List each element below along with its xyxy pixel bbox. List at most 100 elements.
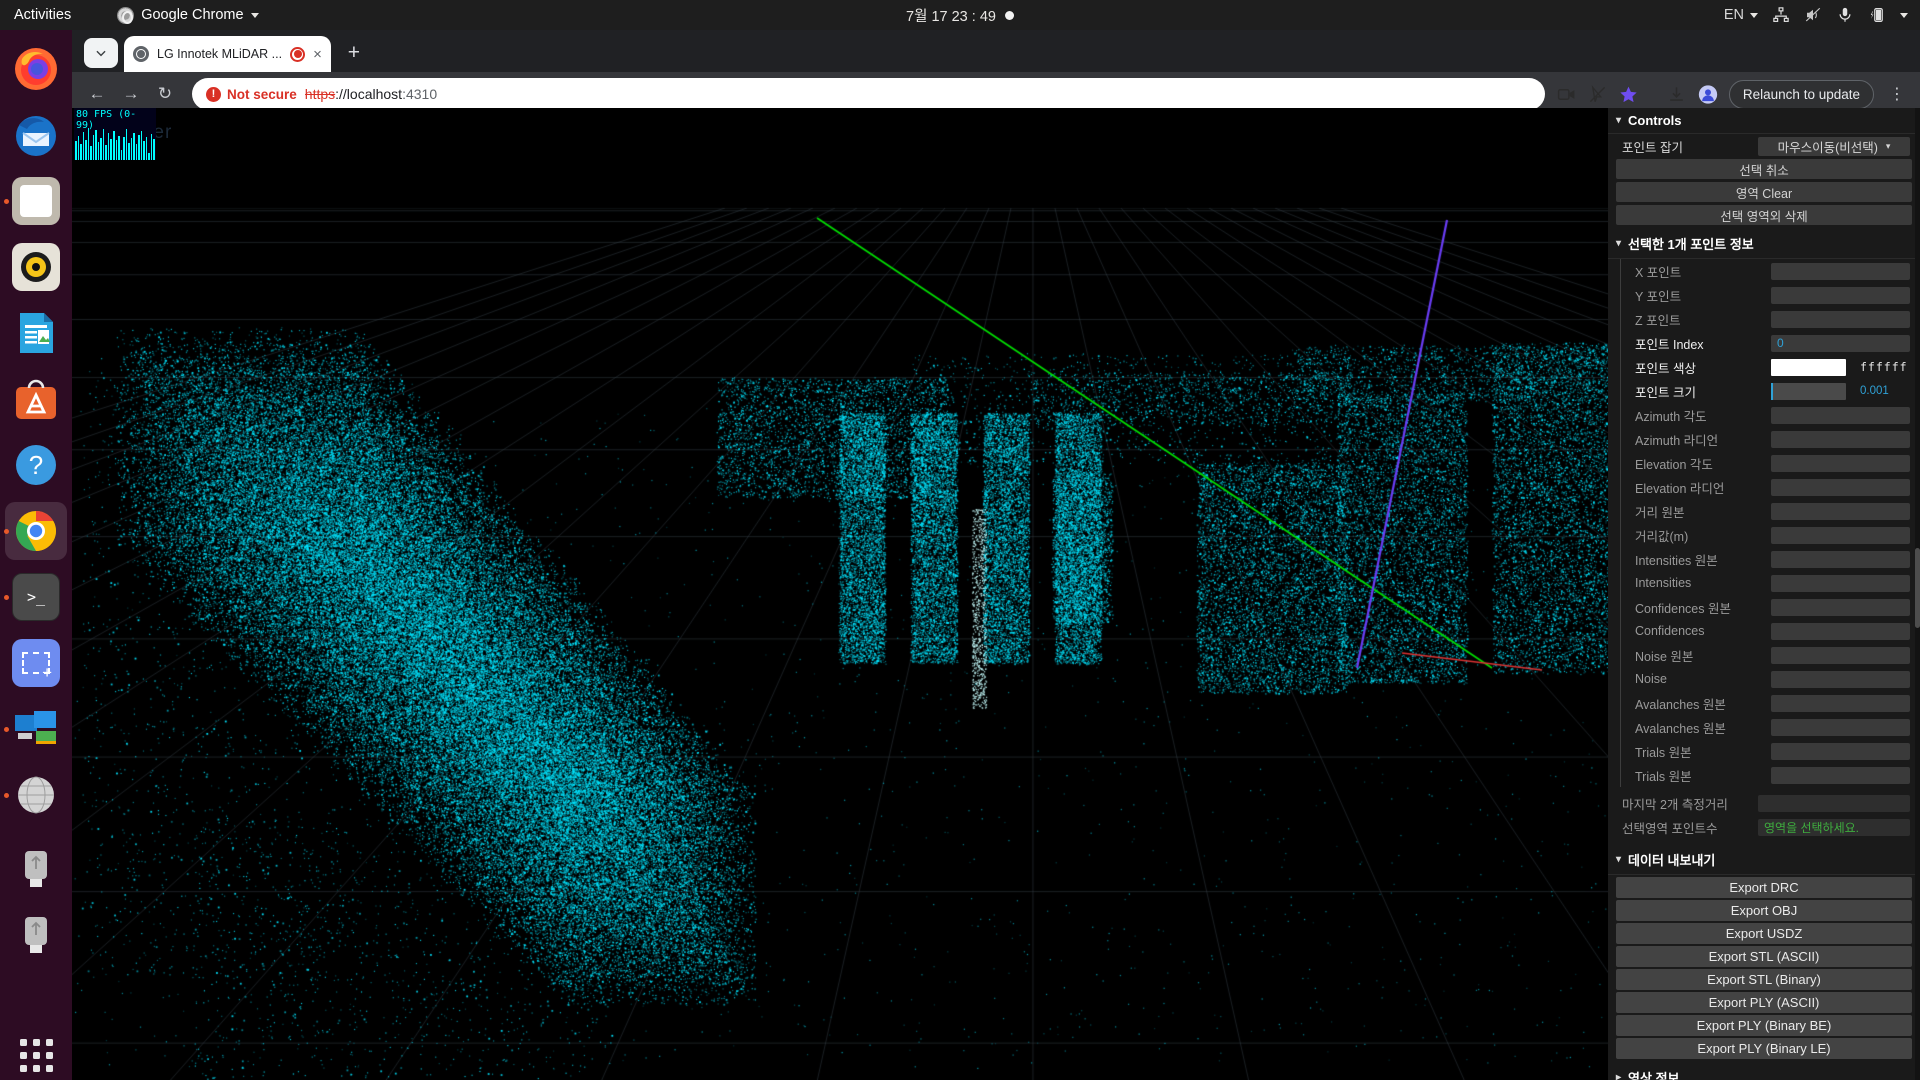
- point-info-field[interactable]: [1771, 287, 1910, 304]
- dock-item-ubuntu-software[interactable]: [0, 366, 72, 432]
- selected-count-field[interactable]: 영역을 선택하세요.: [1758, 819, 1910, 836]
- dock-item-screenshot[interactable]: +: [0, 630, 72, 696]
- point-info-field[interactable]: [1771, 479, 1910, 496]
- chevron-down-icon: ▾: [1616, 238, 1621, 249]
- terminal-icon: >_: [12, 573, 60, 621]
- point-info-field[interactable]: [1771, 647, 1910, 664]
- new-tab-button[interactable]: +: [339, 38, 369, 68]
- bookmark-star-icon[interactable]: [1619, 84, 1639, 104]
- point-color-hex[interactable]: ffffff: [1854, 360, 1910, 374]
- point-info-row: 거리 원본: [1621, 499, 1920, 523]
- export-button[interactable]: Export PLY (Binary BE): [1616, 1015, 1912, 1036]
- dock-item-firefox[interactable]: [0, 36, 72, 102]
- point-info-row: Avalanches 원본: [1621, 691, 1920, 715]
- selected-count-row: 선택영역 포인트수 영역을 선택하세요.: [1608, 815, 1920, 839]
- section-controls-header[interactable]: ▾ Controls: [1608, 108, 1920, 134]
- system-tray[interactable]: EN: [1724, 6, 1908, 24]
- export-button[interactable]: Export STL (Binary): [1616, 969, 1912, 990]
- dock-item-displays[interactable]: [0, 696, 72, 762]
- dock-item-files[interactable]: [0, 168, 72, 234]
- keyboard-layout-indicator[interactable]: EN: [1724, 7, 1758, 23]
- activities-button[interactable]: Activities: [0, 7, 85, 23]
- dock-item-terminal[interactable]: >_: [0, 564, 72, 630]
- point-info-label: Elevation 각도: [1635, 454, 1763, 473]
- point-info-field[interactable]: [1771, 455, 1910, 472]
- section-export-header[interactable]: ▾ 데이터 내보내기: [1608, 845, 1920, 875]
- url-host: ://localhost: [335, 86, 402, 102]
- point-info-field[interactable]: [1771, 551, 1910, 568]
- clear-region-button[interactable]: 영역 Clear: [1616, 182, 1912, 202]
- point-info-field[interactable]: [1771, 767, 1910, 784]
- cursor-off-icon[interactable]: [1588, 84, 1608, 104]
- export-button[interactable]: Export OBJ: [1616, 900, 1912, 921]
- dock-item-rhythmbox[interactable]: [0, 234, 72, 300]
- point-info-field[interactable]: [1771, 503, 1910, 520]
- export-button[interactable]: Export STL (ASCII): [1616, 946, 1912, 967]
- point-info-field[interactable]: [1771, 695, 1910, 712]
- fps-stats-panel[interactable]: 80 FPS (0-99): [74, 108, 156, 160]
- running-indicator: [4, 793, 9, 798]
- point-grab-row: 포인트 잡기 마우스이동(비선택) ▾: [1608, 136, 1920, 156]
- app-menu[interactable]: Google Chrome: [117, 7, 258, 24]
- security-status-badge[interactable]: ! Not secure: [206, 87, 297, 102]
- point-info-label: 포인트 Index: [1635, 334, 1763, 353]
- point-info-field[interactable]: 0: [1771, 335, 1910, 352]
- point-size-value[interactable]: 0.001: [1854, 385, 1910, 397]
- point-info-field[interactable]: [1771, 623, 1910, 640]
- panel-scrollbar[interactable]: [1915, 108, 1920, 1080]
- point-info-field[interactable]: [1771, 407, 1910, 424]
- export-button[interactable]: Export DRC: [1616, 877, 1912, 898]
- download-icon[interactable]: [1667, 84, 1687, 104]
- tab-recording-icon[interactable]: [290, 47, 305, 62]
- point-color-swatch[interactable]: [1771, 359, 1846, 376]
- dock-item-help[interactable]: ?: [0, 432, 72, 498]
- relaunch-to-update-button[interactable]: Relaunch to update: [1729, 80, 1874, 109]
- kebab-menu-icon[interactable]: ⋮: [1885, 84, 1910, 104]
- point-info-field[interactable]: [1771, 263, 1910, 280]
- dock-item-usb-drive-2[interactable]: [0, 904, 72, 970]
- point-info-field[interactable]: [1771, 311, 1910, 328]
- last-distance-field[interactable]: [1758, 795, 1910, 812]
- dock-item-google-chrome[interactable]: [0, 498, 72, 564]
- dock-item-thunderbird[interactable]: [0, 102, 72, 168]
- address-bar[interactable]: ! Not secure https://localhost:4310: [192, 78, 1545, 110]
- show-applications-button[interactable]: [0, 1022, 72, 1080]
- point-info-field[interactable]: [1771, 671, 1910, 688]
- profile-icon[interactable]: [1698, 84, 1718, 104]
- section-point-info-header[interactable]: ▾ 선택한 1개 포인트 정보: [1608, 229, 1920, 259]
- point-info-label: Y 포인트: [1635, 286, 1763, 305]
- export-button[interactable]: Export PLY (Binary LE): [1616, 1038, 1912, 1059]
- point-size-slider[interactable]: [1771, 383, 1846, 400]
- forward-button[interactable]: →: [116, 79, 146, 109]
- point-info-field[interactable]: [1771, 431, 1910, 448]
- chevron-down-icon[interactable]: [1900, 13, 1908, 18]
- tab-close-button[interactable]: ×: [313, 47, 322, 62]
- url-text: https://localhost:4310: [305, 86, 437, 102]
- dock-item-globe-viewer[interactable]: [0, 762, 72, 828]
- screen-share-icon[interactable]: [1557, 84, 1577, 104]
- point-info-field[interactable]: [1771, 743, 1910, 760]
- point-info-field[interactable]: [1771, 527, 1910, 544]
- rhythmbox-icon: [12, 243, 60, 291]
- clock-button[interactable]: 7월 17 23 : 49: [906, 5, 1014, 26]
- export-button[interactable]: Export USDZ: [1616, 923, 1912, 944]
- tab-search-button[interactable]: [84, 38, 118, 68]
- point-info-field[interactable]: [1771, 719, 1910, 736]
- point-info-field[interactable]: [1771, 575, 1910, 592]
- point-info-row: 포인트 Index 0: [1621, 331, 1920, 355]
- point-info-row: Elevation 라디언: [1621, 475, 1920, 499]
- dock-item-libreoffice-writer[interactable]: [0, 300, 72, 366]
- reload-button[interactable]: ↻: [150, 79, 180, 109]
- point-info-row: Avalanches 원본: [1621, 715, 1920, 739]
- delete-outside-region-button[interactable]: 선택 영역외 삭제: [1616, 205, 1912, 225]
- scrollbar-thumb[interactable]: [1915, 548, 1920, 628]
- point-info-field[interactable]: [1771, 599, 1910, 616]
- section-video-info-header[interactable]: ▸ 영상 정보: [1608, 1063, 1920, 1080]
- export-button[interactable]: Export PLY (ASCII): [1616, 992, 1912, 1013]
- cancel-selection-button[interactable]: 선택 취소: [1616, 159, 1912, 179]
- point-grab-select[interactable]: 마우스이동(비선택) ▾: [1758, 137, 1910, 156]
- back-button[interactable]: ←: [82, 79, 112, 109]
- browser-tab[interactable]: LG Innotek MLiDAR ... ×: [124, 36, 331, 72]
- dock-item-usb-drive-1[interactable]: [0, 838, 72, 904]
- recording-indicator-icon: [1005, 11, 1014, 20]
